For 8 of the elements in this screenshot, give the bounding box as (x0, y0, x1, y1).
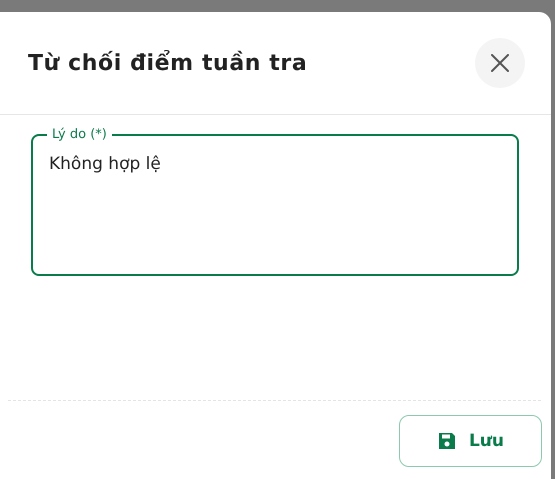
field-label: Lý do (*) (51, 127, 108, 142)
save-button[interactable]: Lưu (399, 415, 542, 467)
close-icon (491, 54, 509, 72)
reason-field[interactable]: Lý do (*) Không hợp lệ (31, 127, 519, 276)
close-button[interactable] (475, 38, 525, 88)
field-value: Không hợp lệ (49, 154, 161, 174)
dialog-title: Từ chối điểm tuần tra (28, 50, 308, 76)
save-icon (436, 431, 457, 451)
